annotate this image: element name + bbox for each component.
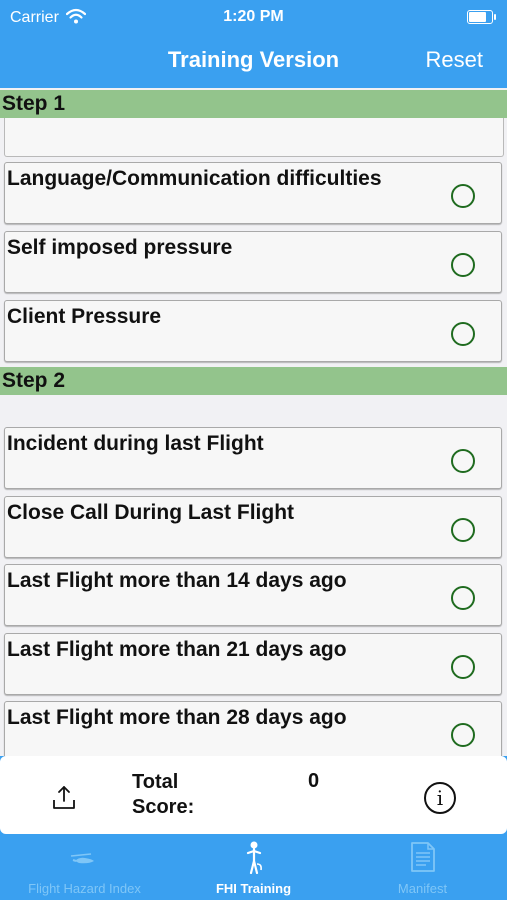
tab-flight-hazard-index[interactable]: Flight Hazard Index xyxy=(0,834,169,900)
navigation-bar: Training Version Reset xyxy=(0,36,507,88)
list-item[interactable]: Client Pressure xyxy=(4,300,502,362)
section-spacer xyxy=(4,118,504,157)
battery-icon xyxy=(467,10,496,24)
share-icon[interactable] xyxy=(52,784,76,815)
clock: 1:20 PM xyxy=(223,8,284,25)
item-label: Language/Communication difficulties xyxy=(7,167,382,190)
radio-button[interactable] xyxy=(451,518,475,542)
total-score-value: 0 xyxy=(308,770,320,792)
tab-label: Flight Hazard Index xyxy=(28,881,141,896)
radio-button[interactable] xyxy=(451,184,475,208)
item-label: Last Flight more than 21 days ago xyxy=(7,638,347,661)
reset-button[interactable]: Reset xyxy=(426,47,483,73)
list-item[interactable]: Last Flight more than 28 days ago xyxy=(4,701,502,756)
info-icon[interactable]: i xyxy=(424,782,456,814)
item-label: Close Call During Last Flight xyxy=(7,501,295,524)
status-bar: Carrier 1:20 PM xyxy=(0,0,507,36)
list-item[interactable]: Last Flight more than 14 days ago xyxy=(4,564,502,626)
list-item[interactable]: Language/Communication difficulties xyxy=(4,162,502,224)
checklist-scroll-view[interactable]: Step 1 Language/Communication difficulti… xyxy=(0,88,507,756)
list-item[interactable]: Last Flight more than 21 days ago xyxy=(4,633,502,695)
radio-button[interactable] xyxy=(451,655,475,679)
item-label: Last Flight more than 14 days ago xyxy=(7,569,347,592)
list-item[interactable]: Self imposed pressure xyxy=(4,231,502,293)
total-score-label: Total Score: xyxy=(132,771,195,818)
item-label: Incident during last Flight xyxy=(7,432,264,455)
radio-button[interactable] xyxy=(451,723,475,747)
pilot-icon xyxy=(169,840,338,879)
list-item[interactable]: Incident during last Flight xyxy=(4,427,502,489)
tab-label: Manifest xyxy=(397,881,448,896)
score-footer: Total Score: 0 i xyxy=(0,756,507,834)
radio-button[interactable] xyxy=(451,586,475,610)
tab-fhi-training[interactable]: FHI Training xyxy=(169,834,338,900)
list-item[interactable]: Close Call During Last Flight xyxy=(4,496,502,558)
document-icon xyxy=(338,840,507,879)
section-header-step-2: Step 2 xyxy=(0,367,507,395)
tab-label: FHI Training xyxy=(215,881,292,896)
radio-button[interactable] xyxy=(451,322,475,346)
radio-button[interactable] xyxy=(451,449,475,473)
item-label: Client Pressure xyxy=(7,305,162,328)
tab-bar: Flight Hazard Index FHI Training Manifes… xyxy=(0,834,507,900)
helicopter-icon xyxy=(0,840,169,875)
radio-button[interactable] xyxy=(451,253,475,277)
item-label: Last Flight more than 28 days ago xyxy=(7,706,347,729)
section-header-step-1: Step 1 xyxy=(0,90,507,118)
tab-manifest[interactable]: Manifest xyxy=(338,834,507,900)
item-label: Self imposed pressure xyxy=(7,236,233,259)
